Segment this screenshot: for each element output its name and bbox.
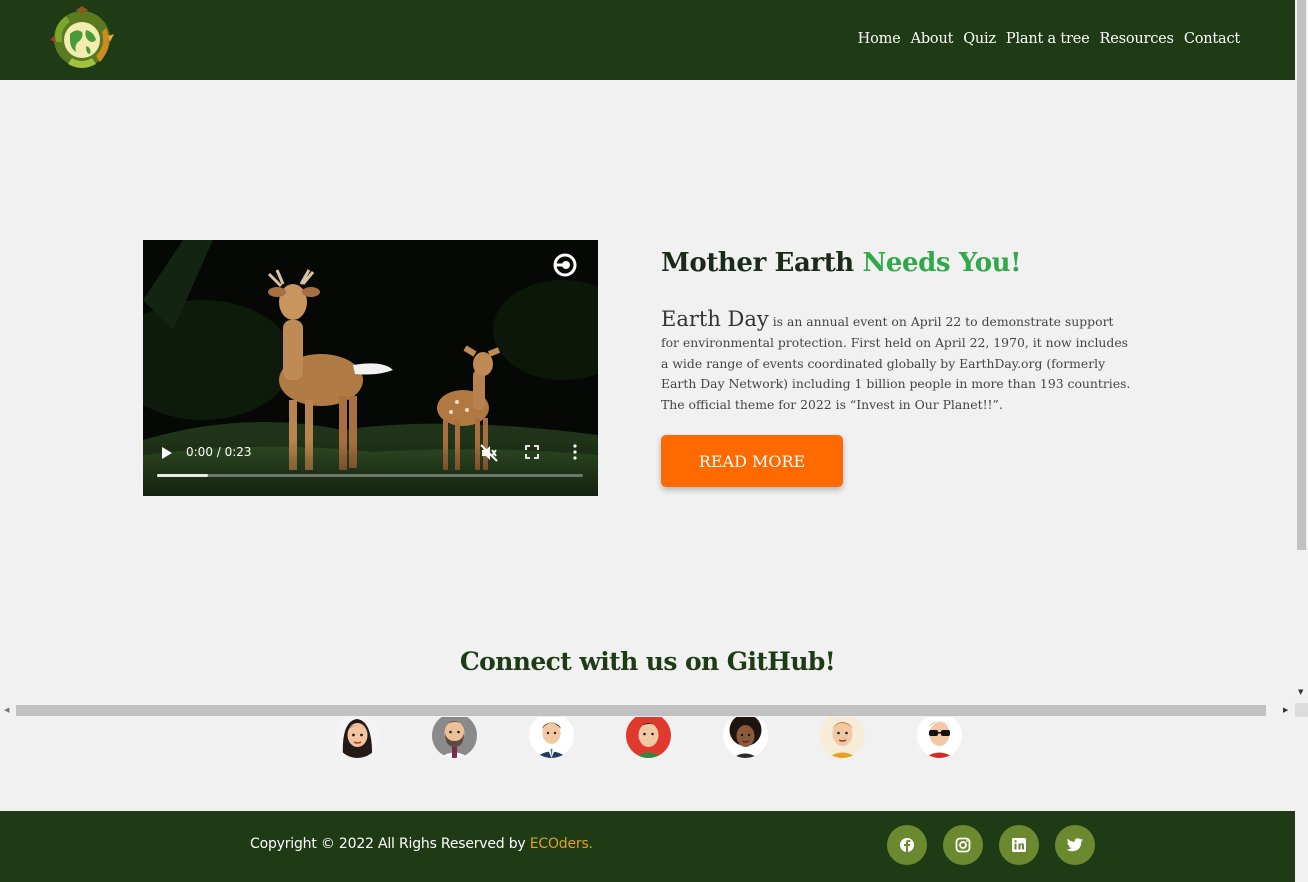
- scroll-right-arrow-icon[interactable]: ▶: [1283, 706, 1288, 714]
- copyright-text: Copyright © 2022 All Righs Reserved by E…: [250, 836, 593, 852]
- more-options-icon[interactable]: [571, 444, 579, 460]
- navbar: Home About Quiz Plant a tree Resources C…: [0, 0, 1295, 80]
- linkedin-icon[interactable]: [999, 825, 1039, 865]
- hero-lead: Earth Day: [661, 307, 769, 331]
- instagram-icon[interactable]: [943, 825, 983, 865]
- nav-plant-a-tree[interactable]: Plant a tree: [1006, 31, 1090, 47]
- avatar-man-blond[interactable]: [820, 713, 865, 758]
- nav-resources[interactable]: Resources: [1100, 31, 1174, 47]
- avatar-man-suit[interactable]: [529, 713, 574, 758]
- copyright-label: Copyright © 2022 All Righs Reserved by: [250, 836, 530, 852]
- avatar-woman-afro[interactable]: [723, 713, 768, 758]
- github-section-title: Connect with us on GitHub!: [459, 647, 836, 676]
- nav-about[interactable]: About: [911, 31, 954, 47]
- read-more-button[interactable]: READ MORE: [661, 435, 843, 487]
- hero-description: Earth Day is an annual event on April 22…: [661, 308, 1131, 416]
- channel-watermark-icon: [553, 253, 577, 277]
- hero-title-main: Mother Earth: [661, 248, 854, 278]
- scroll-left-arrow-icon[interactable]: ◀: [4, 706, 9, 714]
- video-progress-track[interactable]: [157, 474, 583, 477]
- earth-day-video[interactable]: 0:00 / 0:23: [143, 240, 598, 496]
- avatar-man-red-bg[interactable]: [626, 713, 671, 758]
- video-time: 0:00 / 0:23: [186, 445, 252, 459]
- avatar-woman-dark-hair[interactable]: [335, 713, 380, 758]
- nav-contact[interactable]: Contact: [1184, 31, 1240, 47]
- contributors-avatar-list: [335, 713, 962, 758]
- earth-logo[interactable]: [48, 6, 116, 72]
- twitter-icon[interactable]: [1055, 825, 1095, 865]
- vertical-scroll-thumb[interactable]: [1297, 0, 1306, 550]
- scroll-down-arrow-icon[interactable]: ▼: [1298, 688, 1303, 696]
- hero-title-accent: Needs You!: [862, 248, 1022, 278]
- main-menu: Home About Quiz Plant a tree Resources C…: [858, 31, 1241, 47]
- facebook-icon[interactable]: [887, 825, 927, 865]
- brand-link[interactable]: ECOders.: [530, 836, 593, 852]
- video-progress-fill: [157, 474, 209, 477]
- scrollbar-corner: [1295, 703, 1308, 717]
- horizontal-scroll-thumb[interactable]: [16, 705, 1266, 716]
- social-links: [887, 825, 1095, 865]
- hero-title: Mother Earth Needs You!: [661, 248, 1022, 278]
- muted-volume-icon[interactable]: [480, 444, 498, 462]
- avatar-man-beard[interactable]: [432, 713, 477, 758]
- horizontal-scrollbar[interactable]: ◀ ▶: [0, 703, 1295, 717]
- vertical-scrollbar[interactable]: ▼: [1295, 0, 1308, 882]
- nav-quiz[interactable]: Quiz: [963, 31, 996, 47]
- play-icon[interactable]: [160, 446, 174, 460]
- fullscreen-icon[interactable]: [525, 445, 539, 459]
- footer: Copyright © 2022 All Righs Reserved by E…: [0, 811, 1295, 882]
- avatar-man-sunglasses[interactable]: [917, 713, 962, 758]
- nav-home[interactable]: Home: [858, 31, 901, 47]
